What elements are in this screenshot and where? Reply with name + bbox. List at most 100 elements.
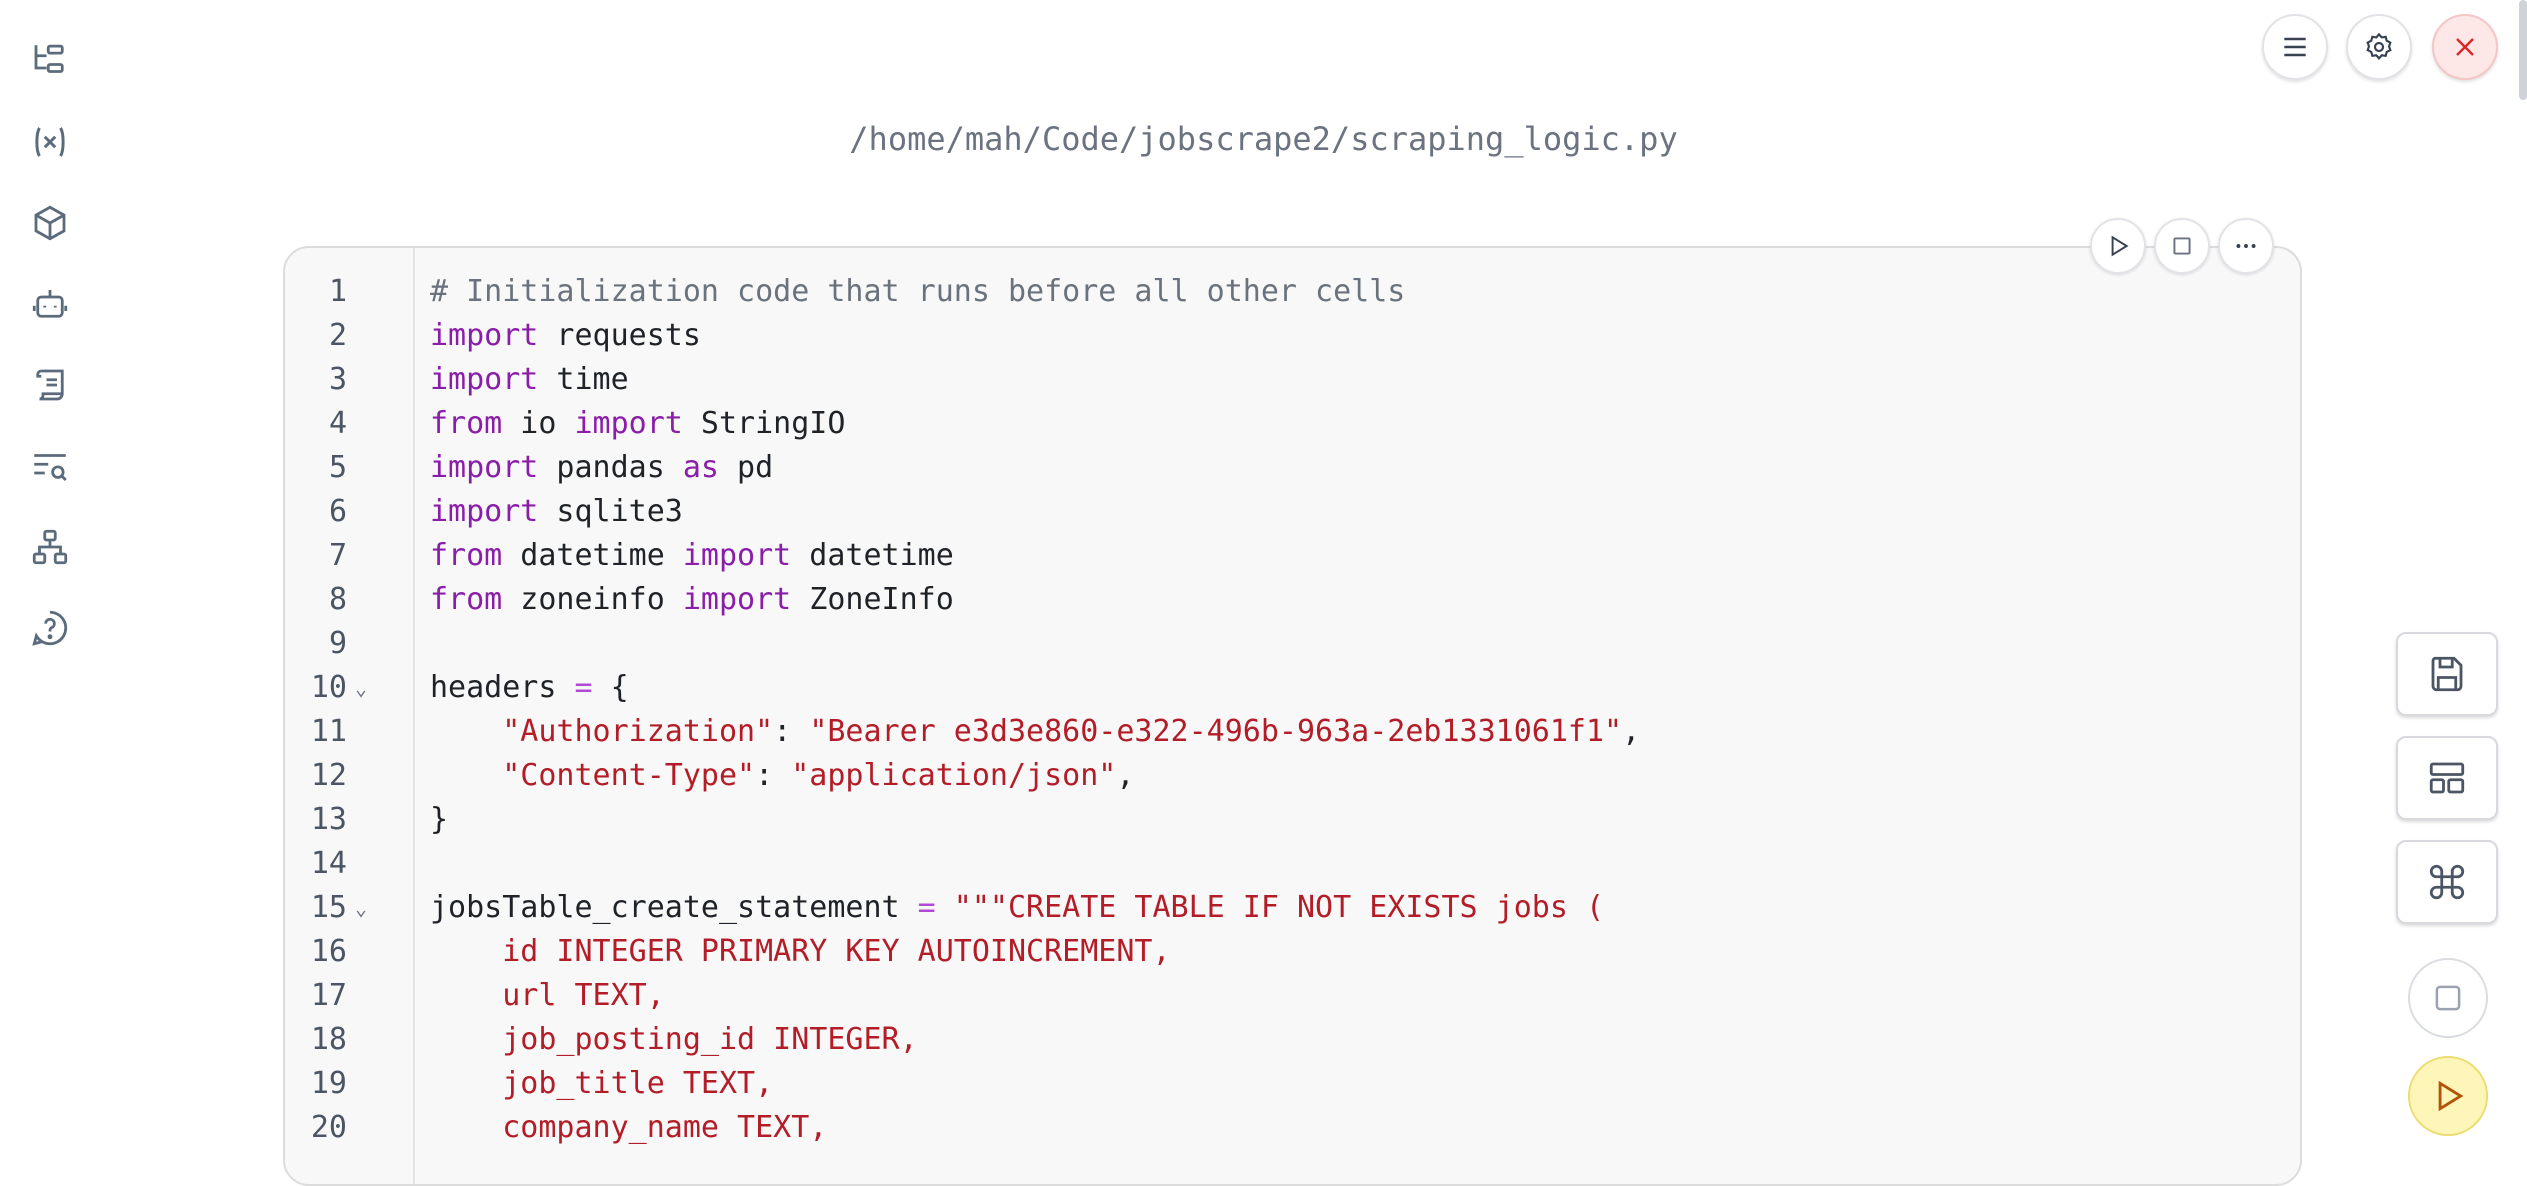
code-token: id INTEGER PRIMARY KEY AUTOINCREMENT, bbox=[430, 934, 1171, 969]
code-token: io bbox=[502, 406, 575, 441]
code-text: # Initialization code that runs before a… bbox=[430, 270, 1405, 314]
code-token: , bbox=[1622, 714, 1641, 749]
code-line: 6 import sqlite3 bbox=[285, 490, 2300, 534]
code-text: job_posting_id INTEGER, bbox=[430, 1018, 918, 1062]
code-line: 13} bbox=[285, 798, 2300, 842]
line-number: 3 bbox=[328, 362, 347, 397]
code-token: import bbox=[574, 406, 683, 441]
code-line: 7 from datetime import datetime bbox=[285, 534, 2300, 578]
code-token: } bbox=[430, 802, 449, 837]
scroll-icon[interactable] bbox=[22, 357, 78, 413]
code-line: 4 from io import StringIO bbox=[285, 402, 2300, 446]
search-list-icon[interactable] bbox=[22, 438, 78, 494]
layout-icon bbox=[2429, 762, 2465, 794]
line-number: 20 bbox=[310, 1110, 347, 1145]
line-number: 9 bbox=[328, 626, 347, 661]
code-text: company_name TEXT, bbox=[430, 1106, 827, 1150]
code-token: requests bbox=[538, 318, 701, 353]
fold-chevron-icon[interactable]: ⌄ bbox=[355, 886, 367, 930]
code-token: , bbox=[1116, 758, 1135, 793]
help-icon[interactable] bbox=[22, 600, 78, 656]
code-token: from bbox=[430, 538, 503, 573]
code-text: jobsTable_create_statement = """CREATE T… bbox=[430, 886, 1604, 930]
sidebar bbox=[0, 0, 104, 1151]
code-token: pandas bbox=[538, 450, 683, 485]
code-text: job_title TEXT, bbox=[430, 1062, 773, 1106]
scrollbar-thumb[interactable] bbox=[2519, 0, 2527, 100]
code-text: id INTEGER PRIMARY KEY AUTOINCREMENT, bbox=[430, 930, 1171, 974]
line-number: 6 bbox=[328, 494, 347, 529]
code-line: 2 import requests bbox=[285, 314, 2300, 358]
code-text: import sqlite3 bbox=[430, 490, 683, 534]
line-number: 1 bbox=[328, 274, 347, 309]
line-number: 15 bbox=[310, 890, 347, 925]
code-token: "Bearer e3d3e860-e322-496b-963a-2eb13310… bbox=[809, 714, 1623, 749]
code-text: from io import StringIO bbox=[430, 402, 845, 446]
code-line: 16 id INTEGER PRIMARY KEY AUTOINCREMENT, bbox=[285, 930, 2300, 974]
code-line: 8 from zoneinfo import ZoneInfo bbox=[285, 578, 2300, 622]
line-number: 11 bbox=[310, 714, 347, 749]
code-token: = bbox=[917, 890, 936, 925]
line-number: 12 bbox=[310, 758, 347, 793]
code-line: 18 job_posting_id INTEGER, bbox=[285, 1018, 2300, 1062]
code-token: url TEXT, bbox=[430, 978, 665, 1013]
code-text: import pandas as pd bbox=[430, 446, 773, 490]
code-line: 11 "Authorization": "Bearer e3d3e860-e32… bbox=[285, 710, 2300, 754]
command-palette-button[interactable] bbox=[2396, 840, 2498, 924]
code-line: 15 ⌄ jobsTable_create_statement = """CREAT… bbox=[285, 886, 2300, 930]
code-token: "Authorization" bbox=[502, 714, 774, 749]
code-line: 12 "Content-Type": "application/json", bbox=[285, 754, 2300, 798]
code-line: 10 ⌄ headers = { bbox=[285, 666, 2300, 710]
code-text: from datetime import datetime bbox=[430, 534, 954, 578]
save-button[interactable] bbox=[2396, 632, 2498, 716]
file-path: /home/mah/Code/jobscrape2/scraping_logic… bbox=[849, 120, 1678, 158]
run-cell-button[interactable] bbox=[2090, 218, 2146, 274]
code-token: headers bbox=[430, 670, 575, 705]
code-token: """CREATE TABLE IF NOT EXISTS jobs ( bbox=[953, 890, 1605, 925]
run-icon bbox=[2438, 1080, 2464, 1112]
code-token: from bbox=[430, 406, 503, 441]
code-token: = bbox=[574, 670, 593, 705]
code-token: time bbox=[538, 362, 629, 397]
line-number: 14 bbox=[310, 846, 347, 881]
code-token: import bbox=[430, 318, 539, 353]
code-line: 1 # Initialization code that runs before … bbox=[285, 270, 2300, 314]
save-icon bbox=[2431, 656, 2463, 692]
code-line: 20 company_name TEXT, bbox=[285, 1106, 2300, 1150]
code-line: 5 import pandas as pd bbox=[285, 446, 2300, 490]
code-token: pd bbox=[719, 450, 774, 485]
run-all-button[interactable] bbox=[2408, 1056, 2488, 1136]
menu-icon bbox=[2284, 37, 2306, 57]
bot-icon[interactable] bbox=[22, 276, 78, 332]
code-token: import bbox=[682, 538, 792, 573]
line-number: 8 bbox=[328, 582, 347, 617]
code-token: sqlite3 bbox=[538, 494, 683, 529]
file-tree-icon[interactable] bbox=[22, 33, 78, 89]
stop-all-button[interactable] bbox=[2408, 958, 2488, 1038]
code-token: job_posting_id INTEGER, bbox=[430, 1022, 918, 1057]
code-token: : bbox=[773, 714, 810, 749]
code-token: company_name TEXT, bbox=[430, 1110, 828, 1145]
cell-more-button[interactable] bbox=[2218, 218, 2274, 274]
code-line: 17 url TEXT, bbox=[285, 974, 2300, 1018]
layout-button[interactable] bbox=[2396, 736, 2498, 820]
stop-cell-button[interactable] bbox=[2154, 218, 2210, 274]
code-token: { bbox=[592, 670, 629, 705]
code-cell[interactable]: 1 # Initialization code that runs before … bbox=[283, 246, 2302, 1186]
settings-button[interactable] bbox=[2346, 14, 2412, 80]
run-icon bbox=[2111, 235, 2129, 257]
code-token: ZoneInfo bbox=[791, 582, 954, 617]
code-text: "Content-Type": "application/json", bbox=[430, 754, 1134, 798]
package-icon[interactable] bbox=[22, 195, 78, 251]
fold-chevron-icon[interactable]: ⌄ bbox=[355, 666, 367, 710]
line-number: 7 bbox=[328, 538, 347, 573]
sitemap-icon[interactable] bbox=[22, 519, 78, 575]
code-token: import bbox=[430, 494, 539, 529]
code-line: 9 bbox=[285, 622, 2300, 666]
close-button[interactable] bbox=[2432, 14, 2498, 80]
code-token: : bbox=[755, 758, 792, 793]
code-token: as bbox=[682, 450, 719, 485]
menu-button[interactable] bbox=[2262, 14, 2328, 80]
